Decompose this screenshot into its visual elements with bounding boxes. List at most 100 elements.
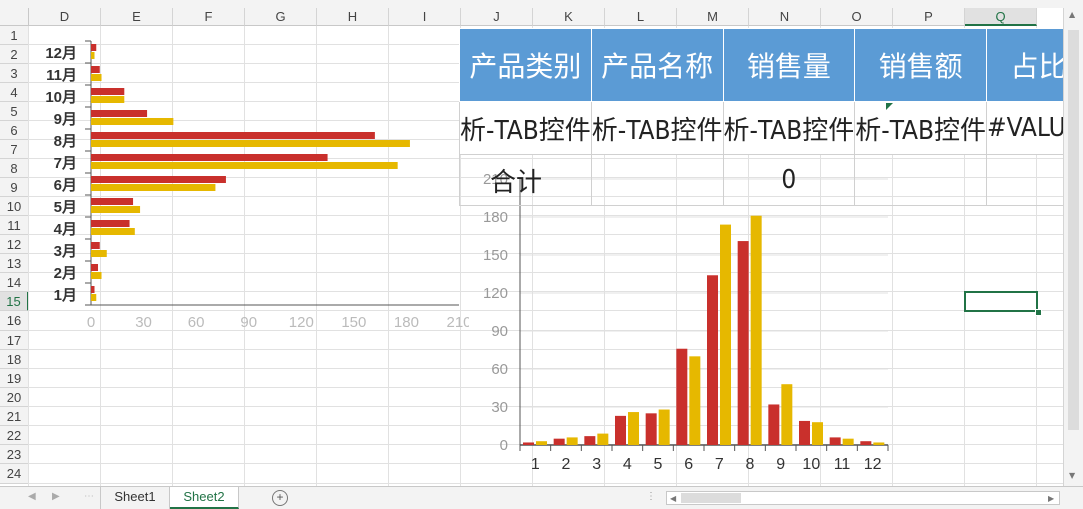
vertical-scroll-thumb[interactable] (1068, 30, 1079, 430)
bar-series1-12月 (91, 44, 97, 51)
row-header-2[interactable]: 2 (0, 45, 29, 64)
header-product-name[interactable]: 产品名称 (590, 28, 724, 102)
x-tick-label: 30 (135, 314, 152, 331)
row-header-3[interactable]: 3 (0, 64, 29, 83)
bar-series2-10月 (91, 96, 125, 103)
column-header-K[interactable]: K (533, 8, 605, 26)
prev-sheet-icon[interactable]: ◀ (28, 491, 36, 502)
vertical-bar-chart[interactable]: 03060901201501802101 2 3 4 5 6 7 8 9 10 11 12 (470, 160, 900, 480)
bar-series2-7 (720, 224, 731, 445)
row-header-8[interactable]: 8 (0, 159, 29, 178)
bar-series2-2月 (91, 272, 102, 279)
row-header-24[interactable]: 24 (0, 464, 29, 484)
column-header-J[interactable]: J (461, 8, 533, 26)
total-value[interactable]: 0 (722, 154, 856, 206)
bar-series2-6 (689, 356, 701, 445)
total-label[interactable]: 合计 (459, 154, 592, 206)
bar-series1-10 (799, 420, 810, 445)
row-header-11[interactable]: 11 (0, 216, 29, 235)
row-header-20[interactable]: 20 (0, 388, 29, 407)
bar-series2-4月 (91, 228, 135, 235)
next-sheet-icon[interactable]: ▶ (52, 491, 60, 502)
row-header-15[interactable]: 15 (0, 292, 29, 311)
column-header-F[interactable]: F (173, 8, 245, 26)
bar-series2-7月 (91, 162, 398, 169)
table-cell[interactable]: 析-TAB控件 (854, 101, 987, 155)
row-header-6[interactable]: 6 (0, 121, 29, 140)
y-tick-label: 90 (491, 323, 508, 340)
fill-handle[interactable] (1035, 309, 1042, 316)
row-header-12[interactable]: 12 (0, 235, 29, 254)
bar-series2-2 (566, 437, 578, 445)
active-cell-Q15[interactable] (964, 291, 1038, 312)
column-header-G[interactable]: G (245, 8, 317, 26)
column-header-L[interactable]: L (605, 8, 677, 26)
row-header-19[interactable]: 19 (0, 369, 29, 388)
row-header-7[interactable]: 7 (0, 140, 29, 159)
add-sheet-icon[interactable]: + (272, 490, 288, 506)
row-header-18[interactable]: 18 (0, 350, 29, 369)
bar-series1-11月 (91, 66, 100, 73)
scroll-down-icon[interactable]: ▼ (1069, 471, 1075, 480)
splitter-icon[interactable]: ⋮ (646, 491, 656, 502)
y-tick-label: 180 (483, 209, 508, 226)
x-tick-label: 2 (562, 456, 571, 473)
bar-series2-6月 (91, 184, 216, 191)
bar-series2-8 (750, 215, 762, 445)
table-cell[interactable]: 析-TAB控件 (459, 101, 592, 155)
scroll-right-icon[interactable]: ▶ (1048, 494, 1054, 503)
bar-series1-5月 (91, 198, 134, 205)
row-header-1[interactable]: 1 (0, 26, 29, 45)
sales-table: 产品类别 产品名称 销售量 销售额 占比 析-TAB控件 析-TAB控件 析-T… (459, 28, 1083, 206)
y-tick-label: 30 (491, 399, 508, 416)
table-cell[interactable]: 析-TAB控件 (590, 101, 724, 155)
select-all-corner[interactable] (0, 8, 29, 26)
row-header-22[interactable]: 22 (0, 426, 29, 445)
header-sales-amount[interactable]: 销售额 (854, 28, 987, 102)
header-sales-volume[interactable]: 销售量 (722, 28, 856, 102)
bar-series2-5 (658, 409, 670, 445)
table-cell[interactable]: 析-TAB控件 (722, 101, 856, 155)
row-header-16[interactable]: 16 (0, 311, 29, 331)
row-header-17[interactable]: 17 (0, 331, 29, 350)
row-header-10[interactable]: 10 (0, 197, 29, 216)
row-header-14[interactable]: 14 (0, 273, 29, 292)
scroll-left-icon[interactable]: ◀ (670, 494, 676, 503)
column-header-M[interactable]: M (677, 8, 749, 26)
column-header-O[interactable]: O (821, 8, 893, 26)
row-header-13[interactable]: 13 (0, 254, 29, 273)
row-header-5[interactable]: 5 (0, 102, 29, 121)
x-tick-label: 210 (446, 314, 469, 331)
horizontal-scroll-thumb[interactable] (681, 493, 741, 503)
bar-series1-12 (860, 441, 872, 445)
y-tick-label: 7月 (54, 155, 77, 172)
column-header-P[interactable]: P (893, 8, 965, 26)
row-header-4[interactable]: 4 (0, 83, 29, 102)
row-header-21[interactable]: 21 (0, 407, 29, 426)
column-header-E[interactable]: E (101, 8, 173, 26)
bar-series2-3 (597, 433, 609, 445)
tab-sheet1[interactable]: Sheet1 (100, 487, 170, 509)
header-product-category[interactable]: 产品类别 (459, 28, 592, 102)
bar-series1-8月 (91, 132, 375, 139)
tab-sheet2[interactable]: Sheet2 (170, 487, 239, 509)
column-header-N[interactable]: N (749, 8, 821, 26)
row-header-23[interactable]: 23 (0, 445, 29, 464)
table-cell[interactable] (590, 154, 724, 206)
vertical-scrollbar[interactable]: ▲ ▼ (1063, 8, 1083, 486)
row-header-9[interactable]: 9 (0, 178, 29, 197)
bar-series1-10月 (91, 88, 125, 95)
ribbon-edge (0, 0, 1083, 8)
horizontal-bar-chart[interactable]: 1月 2月 3月 4月 5月 6月 7月 8月 9月 10月 11月 12月 0 30 60 90 120 150… (29, 27, 469, 337)
table-cell[interactable] (854, 154, 987, 206)
column-header-Q[interactable]: Q (965, 8, 1037, 26)
column-header-H[interactable]: H (317, 8, 389, 26)
column-header-D[interactable]: D (29, 8, 101, 26)
total-row: 合计 0 (459, 154, 1083, 206)
spreadsheet-grid[interactable]: DEFGHIJKLMNOPQ 1 2 3 4 5 6 7 8 9 10 11 12 13 14 15 16 17… (0, 0, 1083, 509)
horizontal-scrollbar[interactable]: ◀ ▶ (666, 491, 1060, 505)
x-tick-label: 4 (623, 456, 632, 473)
scroll-up-icon[interactable]: ▲ (1069, 10, 1075, 19)
table-header-row: 产品类别 产品名称 销售量 销售额 占比 (459, 28, 1083, 102)
column-header-I[interactable]: I (389, 8, 461, 26)
